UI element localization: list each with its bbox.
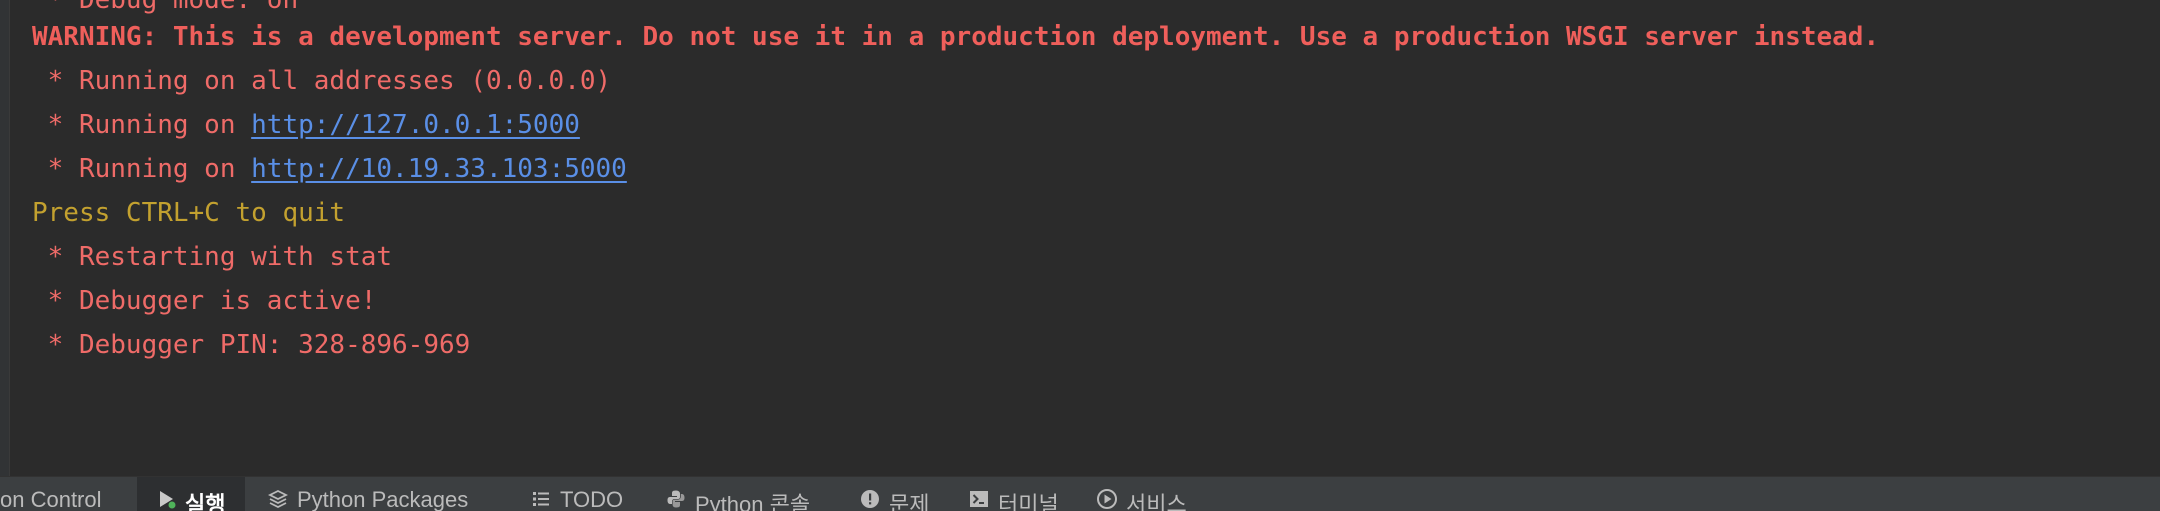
python-icon bbox=[666, 489, 686, 509]
tab-label: 실행 bbox=[185, 492, 226, 511]
tab-label: 터미널 bbox=[998, 492, 1059, 511]
tab-todo[interactable]: TODO bbox=[531, 477, 651, 511]
tab-run[interactable]: 실행 bbox=[137, 477, 245, 511]
run-console[interactable]: * Debug mode: on WARNING: This is a deve… bbox=[0, 0, 2160, 476]
console-line-running-local: * Running on http://127.0.0.1:5000 bbox=[32, 103, 580, 147]
tab-problems[interactable]: 문제 bbox=[860, 477, 950, 511]
console-line-prefix: * Running on bbox=[32, 110, 252, 140]
console-line-prefix: * Running on bbox=[32, 154, 252, 184]
console-line-debugger-pin: * Debugger PIN: 328-896-969 bbox=[32, 330, 471, 360]
problems-icon bbox=[860, 489, 880, 509]
layers-icon bbox=[268, 489, 288, 509]
tab-python-packages[interactable]: Python Packages bbox=[268, 477, 498, 511]
console-line-restarting: * Restarting with stat bbox=[32, 242, 393, 272]
services-icon bbox=[1097, 489, 1117, 509]
console-line-quit-hint: Press CTRL+C to quit bbox=[32, 198, 346, 228]
tab-version-control[interactable]: on Control bbox=[0, 477, 132, 511]
network-address-link[interactable]: http://10.19.33.103:5000 bbox=[251, 154, 627, 184]
tab-terminal[interactable]: 터미널 bbox=[969, 477, 1079, 511]
console-line-running-all: * Running on all addresses (0.0.0.0) bbox=[32, 66, 612, 96]
tab-label: 서비스 bbox=[1126, 492, 1187, 511]
console-line-debugger-active: * Debugger is active! bbox=[32, 286, 377, 316]
localhost-link[interactable]: http://127.0.0.1:5000 bbox=[251, 110, 580, 140]
console-line-warning: WARNING: This is a development server. D… bbox=[32, 22, 1880, 52]
tab-label: Python Packages bbox=[297, 487, 469, 511]
tab-label: Python 콘솔 bbox=[695, 492, 811, 511]
tool-window-bar: on Control 실행 Python Packages TODO Pytho… bbox=[0, 476, 2160, 511]
console-line-running-network: * Running on http://10.19.33.103:5000 bbox=[32, 147, 627, 191]
run-icon bbox=[156, 489, 176, 509]
tab-python-console[interactable]: Python 콘솔 bbox=[666, 477, 826, 511]
tab-label: on Control bbox=[0, 487, 102, 511]
console-gutter bbox=[0, 0, 10, 476]
tab-label: TODO bbox=[560, 487, 624, 511]
list-icon bbox=[531, 489, 551, 509]
tab-label: 문제 bbox=[889, 492, 930, 511]
tab-services[interactable]: 서비스 bbox=[1097, 477, 1207, 511]
terminal-icon bbox=[969, 489, 989, 509]
